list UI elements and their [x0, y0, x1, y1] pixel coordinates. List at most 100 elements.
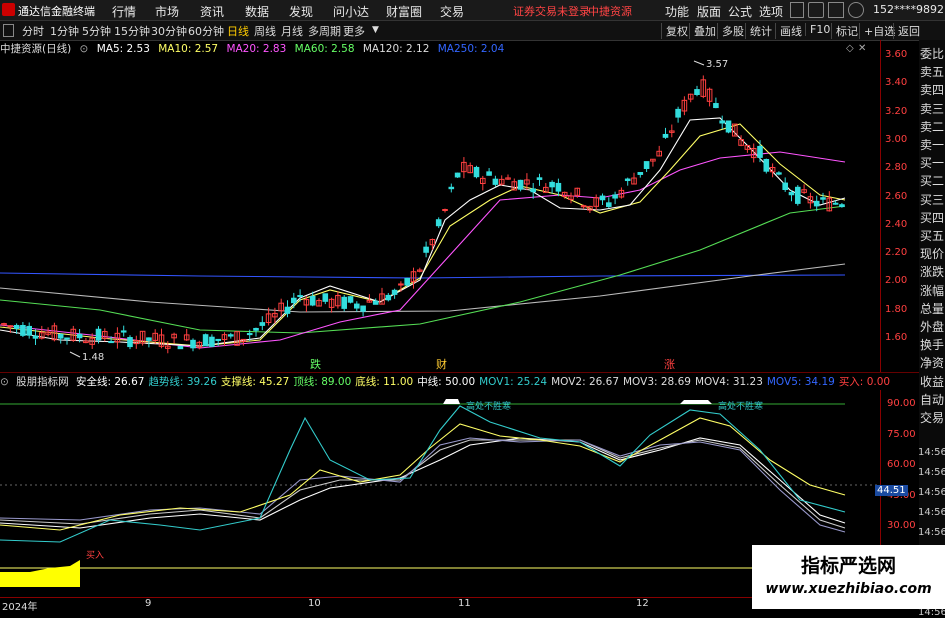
side-tab[interactable]: 现价 [919, 245, 945, 262]
candle-body [146, 337, 152, 341]
menu-item-caifuquan[interactable]: 财富圈 [386, 3, 422, 20]
candle-body [839, 204, 845, 208]
candlestick-chart[interactable]: 3.57 1.48 跌 财 涨 [0, 40, 919, 372]
period-multi[interactable]: 多周期 [308, 23, 341, 39]
menu-item-jiaoyi[interactable]: 交易 [440, 3, 464, 20]
menu-bar: 通达信金融终端 行情 市场 资讯 数据 发现 问小达 财富圈 交易 证券交易未登… [0, 0, 945, 21]
side-tab[interactable]: 涨幅 [919, 282, 945, 299]
side-tab[interactable]: 卖一 [919, 136, 945, 153]
candle-body [549, 181, 555, 188]
peak-marker [443, 399, 460, 404]
tool-huaxian[interactable]: 画线 [775, 23, 802, 39]
site-watermark: 指标严选网 www.xuezhibiao.com [752, 545, 945, 609]
tool-tongji[interactable]: 统计 [745, 23, 772, 39]
period-5min[interactable]: 5分钟 [82, 23, 111, 39]
indicator-dropdown-icon[interactable]: ⊙ [0, 376, 9, 388]
tool-diejia[interactable]: 叠加 [689, 23, 716, 39]
period-fenshi[interactable]: 分时 [22, 23, 44, 39]
menu-item-wenxiaoda[interactable]: 问小达 [333, 3, 369, 20]
candle-body [13, 324, 20, 329]
menu-item-hangqing[interactable]: 行情 [112, 3, 136, 20]
tool-fuquan[interactable]: 复权 [661, 23, 688, 39]
signal-histogram [0, 560, 80, 587]
side-tab[interactable]: 卖三 [919, 100, 945, 117]
price-tick-label: 2.00 [885, 275, 908, 287]
menu-item-gongneng[interactable]: 功能 [665, 3, 689, 20]
candle-body [385, 294, 392, 301]
candle-body [763, 158, 770, 172]
side-tab[interactable]: 净资 [919, 354, 945, 371]
period-30min[interactable]: 30分钟 [151, 23, 187, 39]
menu-item-gongshi[interactable]: 公式 [728, 3, 752, 20]
menu-item-banmian[interactable]: 版面 [697, 3, 721, 20]
menu-item-xuanxiang[interactable]: 选项 [759, 3, 783, 20]
period-15min[interactable]: 15分钟 [114, 23, 150, 39]
side-tab[interactable]: 卖二 [919, 118, 945, 135]
menu-item-shuju[interactable]: 数据 [245, 3, 269, 20]
side-tab[interactable]: 总量 [919, 300, 945, 317]
side-tab[interactable]: 买一 [919, 154, 945, 171]
peak-marker [680, 400, 712, 404]
message-icon[interactable] [808, 2, 824, 18]
side-tab[interactable]: 涨跌 [919, 263, 945, 280]
screen-icon[interactable] [828, 2, 844, 18]
period-more[interactable]: 更多 [343, 23, 365, 39]
date-label-12: 12 [636, 598, 649, 609]
high-price-label: 3.57 [706, 59, 728, 70]
candle-body [454, 172, 461, 178]
candle-body [606, 202, 612, 207]
menu-item-faxian[interactable]: 发现 [289, 3, 313, 20]
candle-body [404, 277, 410, 286]
chevron-down-icon[interactable]: ▼ [372, 25, 379, 35]
menu-item-zixun[interactable]: 资讯 [200, 3, 224, 20]
side-tab[interactable]: 买四 [919, 209, 945, 226]
candle-body [190, 339, 196, 349]
quote-side-panel: 委比 卖五 卖四卖三 卖二 卖一 买一 买二买三 买四 买五 现价 涨跌涨幅 总量 外盘 换手 净资收益 自动… [918, 40, 945, 618]
user-icon[interactable] [848, 2, 864, 18]
indicator-line [0, 405, 846, 543]
indicator-legend-item: MOV5: 34.19 [766, 376, 835, 388]
period-1min[interactable]: 1分钟 [50, 23, 79, 39]
candle-body [675, 108, 681, 118]
moving-average-line [0, 123, 846, 347]
candle-body [391, 289, 398, 295]
candle-body [284, 306, 291, 314]
side-tab[interactable]: 买五 [919, 227, 945, 244]
period-daily[interactable]: 日线 [227, 23, 249, 39]
side-tab[interactable]: 自动 [919, 391, 945, 408]
price-tick-label: 3.40 [885, 77, 908, 89]
indicator-line [0, 439, 846, 529]
candle-body [95, 328, 102, 341]
side-tab[interactable]: 委比 [919, 45, 945, 62]
side-tab[interactable]: 买二 [919, 172, 945, 189]
period-weekly[interactable]: 周线 [254, 23, 276, 39]
period-60min[interactable]: 60分钟 [188, 23, 224, 39]
tool-back[interactable]: 返回 [893, 23, 920, 39]
tool-duogu[interactable]: 多股 [717, 23, 744, 39]
buy-signal-label: 买入 [86, 550, 104, 561]
menu-item-shichang[interactable]: 市场 [155, 3, 179, 20]
side-tab[interactable]: 卖五 [919, 63, 945, 80]
tool-biaoji[interactable]: 标记 [831, 23, 858, 39]
period-monthly[interactable]: 月线 [281, 23, 303, 39]
candle-body [177, 345, 184, 350]
side-tab[interactable]: 收益 [919, 373, 945, 390]
tool-add-watchlist[interactable]: +自选 [859, 23, 895, 39]
indicator-legend-item: 安全线: 26.67 [76, 376, 145, 388]
watermark-url: www.xuezhibiao.com [765, 581, 932, 597]
candle-body [360, 305, 366, 312]
candle-body [259, 322, 266, 326]
side-tab[interactable]: 卖四 [919, 81, 945, 98]
candle-body [108, 341, 114, 344]
side-tab[interactable]: 换手 [919, 336, 945, 353]
side-tab[interactable]: 交易 [919, 409, 945, 426]
tool-f10[interactable]: F10 [805, 23, 830, 36]
side-tab[interactable]: 外盘 [919, 318, 945, 335]
trade-login-status[interactable]: 证券交易未登录 [513, 3, 590, 19]
side-tab[interactable]: 买三 [919, 191, 945, 208]
mobile-icon[interactable] [790, 2, 804, 18]
account-id: 152****9892 [873, 3, 944, 16]
panel-toggle-icon[interactable] [3, 24, 14, 37]
indicator-title[interactable]: 股朋指标网 [16, 376, 69, 388]
date-axis: 2024年 9 10 11 12 [0, 597, 880, 613]
